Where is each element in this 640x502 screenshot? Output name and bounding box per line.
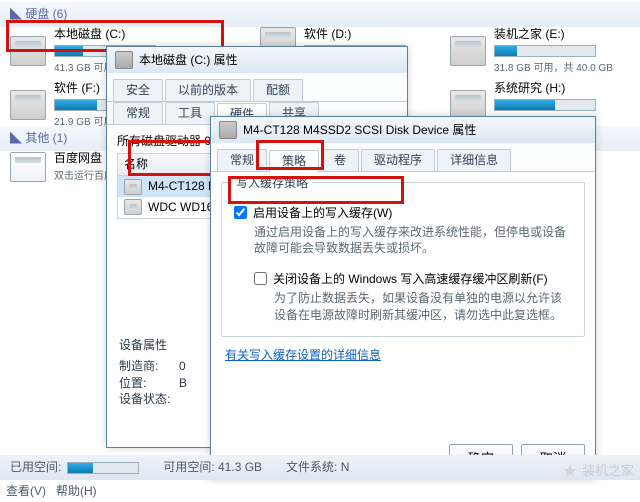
- dev-mfr-label: 制造商:: [119, 358, 179, 375]
- properties-window-device: M4-CT128 M4SSD2 SCSI Disk Device 属性 常规 策…: [210, 116, 596, 480]
- tab-general[interactable]: 常规: [217, 149, 267, 171]
- capacity-bar: [494, 99, 596, 111]
- stat-fs: 文件系统: N: [286, 459, 349, 476]
- drive-label: 软件 (D:): [304, 26, 406, 43]
- window-titlebar[interactable]: 本地磁盘 (C:) 属性: [107, 47, 407, 73]
- tab-general[interactable]: 常规: [113, 102, 163, 124]
- tab-details[interactable]: 详细信息: [437, 149, 511, 171]
- write-cache-group: 写入缓存策略 启用设备上的写入缓存(W) 通过启用设备上的写入缓存来改进系统性能…: [221, 182, 585, 337]
- menu-bar: 查看(V) 帮助(H): [6, 483, 97, 500]
- device-props-header: 设备属性: [119, 337, 187, 354]
- hdd-icon: [450, 36, 486, 66]
- drive-sub: 41.3 GB 可用: [54, 63, 113, 74]
- drive-sub: 31.8 GB 可用，共 40.0 GB: [494, 63, 613, 74]
- tab-tools[interactable]: 工具: [165, 102, 215, 124]
- tabs: 常规 策略 卷 驱动程序 详细信息: [211, 143, 595, 172]
- tab-driver[interactable]: 驱动程序: [361, 149, 435, 171]
- hdd-icon: [115, 51, 133, 69]
- hdd-icon: [10, 90, 46, 120]
- drive-label: 装机之家 (E:): [494, 26, 613, 43]
- dev-stat-label: 设备状态:: [119, 391, 179, 408]
- tab-quota[interactable]: 配额: [253, 79, 303, 101]
- write-cache-help-link[interactable]: 有关写入缓存设置的详细信息: [225, 348, 381, 362]
- checkbox-input[interactable]: [234, 206, 247, 219]
- checkbox-input[interactable]: [254, 272, 267, 285]
- dev-mfr: 0: [179, 358, 186, 375]
- dev-loc: B: [179, 375, 187, 392]
- window-title: 本地磁盘 (C:) 属性: [139, 52, 238, 69]
- checkbox-label: 关闭设备上的 Windows 写入高速缓存缓冲区刷新(F): [273, 271, 548, 288]
- window-title: M4-CT128 M4SSD2 SCSI Disk Device 属性: [243, 122, 476, 139]
- enable-write-cache-desc: 通过启用设备上的写入缓存来改进系统性能，但停电或设备故障可能会导致数据丢失或损坏…: [254, 224, 572, 258]
- hdd-icon: [124, 179, 142, 195]
- hdd-icon: [219, 121, 237, 139]
- disable-flush-desc: 为了防止数据丢失，如果设备没有单独的电源以允许该设备在电源故障时刷新其缓冲区，请…: [274, 290, 572, 324]
- drives-section-header: ◣ 硬盘 (6): [0, 2, 640, 27]
- tab-volumes[interactable]: 卷: [321, 149, 359, 171]
- tab-policy[interactable]: 策略: [269, 150, 319, 172]
- hdd-icon: [10, 36, 46, 66]
- stat-avail: 可用空间: 41.3 GB: [163, 459, 262, 476]
- stat-used-label: 已用空间:: [10, 459, 61, 476]
- menu-help[interactable]: 帮助(H): [56, 484, 97, 498]
- tabs-row1: 安全 以前的版本 配额: [107, 73, 407, 102]
- window-titlebar[interactable]: M4-CT128 M4SSD2 SCSI Disk Device 属性: [211, 117, 595, 143]
- drive-label: 系统研究 (H:): [494, 80, 596, 97]
- hdd-icon: [124, 199, 142, 215]
- group-legend: 写入缓存策略: [232, 175, 312, 192]
- menu-view[interactable]: 查看(V): [6, 484, 46, 498]
- enable-write-cache-checkbox[interactable]: 启用设备上的写入缓存(W): [234, 205, 572, 222]
- capacity-bar: [494, 45, 596, 57]
- dev-loc-label: 位置:: [119, 375, 179, 392]
- status-bar: 已用空间: 可用空间: 41.3 GB 文件系统: N: [0, 455, 640, 480]
- tab-prev-versions[interactable]: 以前的版本: [165, 79, 251, 101]
- drive-label: 本地磁盘 (C:): [54, 26, 156, 43]
- other-label: 百度网盘: [54, 150, 114, 167]
- cloud-icon: [10, 152, 46, 182]
- checkbox-label: 启用设备上的写入缓存(W): [253, 205, 392, 222]
- other-sub: 双击运行百度: [54, 171, 114, 182]
- disable-flush-checkbox[interactable]: 关闭设备上的 Windows 写入高速缓存缓冲区刷新(F): [254, 271, 572, 288]
- drive-e[interactable]: 装机之家 (E:) 31.8 GB 可用，共 40.0 GB: [450, 26, 640, 76]
- tab-security[interactable]: 安全: [113, 79, 163, 101]
